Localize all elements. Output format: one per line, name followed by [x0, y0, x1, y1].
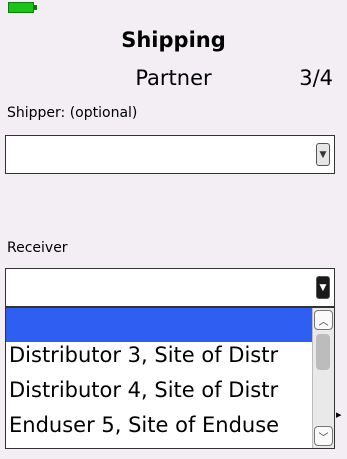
dropdown-option[interactable]: Distributor 4, Site of Distr	[6, 378, 312, 412]
page-subtitle: Partner	[135, 66, 212, 90]
receiver-label: Receiver	[7, 240, 68, 256]
dropdown-option[interactable]: Enduser 5, Site of Enduse	[6, 413, 312, 447]
scroll-down-icon[interactable]: ﹀	[314, 426, 333, 446]
dropdown-scrollbar[interactable]: ︿ ﹀	[312, 308, 334, 448]
shipper-label: Shipper: (optional)	[7, 105, 138, 121]
page-title: Shipping	[121, 28, 226, 52]
page-indicator: 3/4	[299, 66, 333, 90]
battery-icon	[8, 2, 37, 13]
shipper-select[interactable]: ▼	[5, 135, 335, 174]
caret-right-icon: ▸	[336, 408, 342, 421]
dropdown-option[interactable]	[6, 308, 312, 342]
receiver-dropdown-list[interactable]: Distributor 3, Site of Distr Distributor…	[5, 307, 335, 449]
scroll-up-icon[interactable]: ︿	[314, 310, 333, 330]
scrollbar-thumb[interactable]	[316, 334, 330, 370]
dropdown-option[interactable]: Distributor 3, Site of Distr	[6, 343, 312, 377]
chevron-down-icon[interactable]: ▼	[316, 276, 330, 299]
receiver-select[interactable]: ▼	[5, 268, 335, 307]
chevron-down-icon[interactable]: ▼	[316, 143, 330, 166]
